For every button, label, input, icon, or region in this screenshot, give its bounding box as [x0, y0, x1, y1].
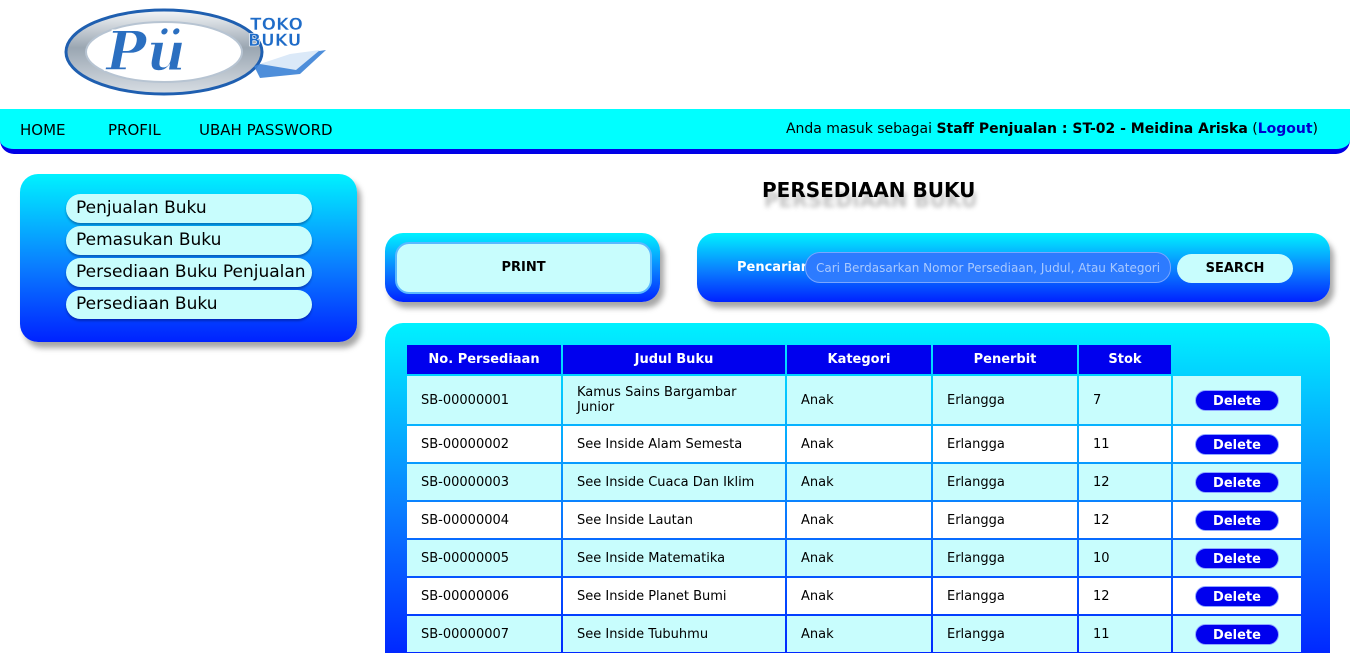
cell-penerbit: Erlangga [933, 376, 1077, 424]
header-penerbit: Penerbit [933, 345, 1077, 374]
cell-action: Delete [1173, 464, 1301, 500]
cell-kategori: Anak [787, 426, 931, 462]
header-stok: Stok [1079, 345, 1171, 374]
cell-no: SB-00000006 [407, 578, 561, 614]
svg-text:Pü: Pü [104, 19, 186, 83]
sidebar-item-persediaan-buku-penjualan[interactable]: Persediaan Buku Penjualan [66, 258, 312, 287]
table-header-row: No. Persediaan Judul Buku Kategori Pener… [407, 345, 1301, 374]
header-action [1173, 345, 1301, 374]
cell-penerbit: Erlangga [933, 578, 1077, 614]
user-status-prefix: Anda masuk sebagai [785, 121, 932, 137]
sidebar-item-penjualan-buku[interactable]: Penjualan Buku [66, 194, 312, 223]
delete-button[interactable]: Delete [1195, 389, 1279, 411]
sidebar-menu: Penjualan Buku Pemasukan Buku Persediaan… [20, 174, 357, 342]
table-row: SB-00000001 Kamus Sains Bargambar Junior… [407, 376, 1301, 424]
cell-no: SB-00000003 [407, 464, 561, 500]
cell-judul: See Inside Matematika [563, 540, 785, 576]
cell-penerbit: Erlangga [933, 464, 1077, 500]
table-row: SB-00000006 See Inside Planet Bumi Anak … [407, 578, 1301, 614]
table-row: SB-00000005 See Inside Matematika Anak E… [407, 540, 1301, 576]
cell-stok: 10 [1079, 540, 1171, 576]
cell-kategori: Anak [787, 502, 931, 538]
cell-stok: 11 [1079, 426, 1171, 462]
cell-judul: See Inside Cuaca Dan Iklim [563, 464, 785, 500]
cell-penerbit: Erlangga [933, 616, 1077, 652]
delete-button[interactable]: Delete [1195, 585, 1279, 607]
svg-text:BUKU: BUKU [248, 31, 301, 51]
nav-profil-link[interactable]: PROFIL [108, 121, 161, 139]
user-status: Anda masuk sebagai Staff Penjualan : ST-… [785, 121, 1318, 137]
cell-stok: 11 [1079, 616, 1171, 652]
cell-kategori: Anak [787, 578, 931, 614]
sidebar-item-persediaan-buku[interactable]: Persediaan Buku [66, 290, 312, 319]
cell-judul: See Inside Lautan [563, 502, 785, 538]
inventory-table: No. Persediaan Judul Buku Kategori Pener… [405, 343, 1303, 653]
delete-button[interactable]: Delete [1195, 509, 1279, 531]
cell-stok: 7 [1079, 376, 1171, 424]
cell-penerbit: Erlangga [933, 426, 1077, 462]
nav-home-link[interactable]: HOME [20, 121, 66, 139]
cell-no: SB-00000004 [407, 502, 561, 538]
cell-penerbit: Erlangga [933, 502, 1077, 538]
cell-no: SB-00000001 [407, 376, 561, 424]
page-title: PERSEDIAAN BUKU [762, 178, 976, 202]
cell-action: Delete [1173, 376, 1301, 424]
cell-action: Delete [1173, 540, 1301, 576]
table-row: SB-00000004 See Inside Lautan Anak Erlan… [407, 502, 1301, 538]
logout-link[interactable]: Logout [1258, 121, 1313, 137]
cell-no: SB-00000007 [407, 616, 561, 652]
table-row: SB-00000002 See Inside Alam Semesta Anak… [407, 426, 1301, 462]
cell-judul: See Inside Alam Semesta [563, 426, 785, 462]
top-navbar: HOME PROFIL UBAH PASSWORD Anda masuk seb… [0, 109, 1350, 154]
cell-kategori: Anak [787, 540, 931, 576]
table-row: SB-00000003 See Inside Cuaca Dan Iklim A… [407, 464, 1301, 500]
cell-no: SB-00000005 [407, 540, 561, 576]
cell-stok: 12 [1079, 502, 1171, 538]
delete-button[interactable]: Delete [1195, 623, 1279, 645]
cell-stok: 12 [1079, 578, 1171, 614]
sidebar-item-pemasukan-buku[interactable]: Pemasukan Buku [66, 226, 312, 255]
search-input[interactable] [805, 252, 1171, 283]
delete-button[interactable]: Delete [1195, 433, 1279, 455]
table-row: SB-00000007 See Inside Tubuhmu Anak Erla… [407, 616, 1301, 652]
search-button[interactable]: SEARCH [1177, 254, 1293, 283]
header-no-persediaan: No. Persediaan [407, 345, 561, 374]
cell-action: Delete [1173, 578, 1301, 614]
inventory-table-panel: No. Persediaan Judul Buku Kategori Pener… [385, 323, 1330, 653]
header-judul-buku: Judul Buku [563, 345, 785, 374]
cell-judul: See Inside Planet Bumi [563, 578, 785, 614]
print-panel: PRINT [385, 233, 660, 302]
search-panel: Pencarian SEARCH [697, 233, 1330, 302]
nav-ubah-password-link[interactable]: UBAH PASSWORD [199, 121, 333, 139]
print-button[interactable]: PRINT [395, 242, 652, 294]
cell-kategori: Anak [787, 616, 931, 652]
user-role: Staff Penjualan : ST-02 - Meidina Ariska [936, 121, 1248, 137]
cell-action: Delete [1173, 502, 1301, 538]
delete-button[interactable]: Delete [1195, 547, 1279, 569]
search-label: Pencarian [737, 260, 810, 275]
cell-stok: 12 [1079, 464, 1171, 500]
logo-graphic: Pü TOKO BUKU [64, 8, 326, 96]
delete-button[interactable]: Delete [1195, 471, 1279, 493]
cell-no: SB-00000002 [407, 426, 561, 462]
cell-kategori: Anak [787, 376, 931, 424]
cell-penerbit: Erlangga [933, 540, 1077, 576]
header-kategori: Kategori [787, 345, 931, 374]
cell-judul: Kamus Sains Bargambar Junior [563, 376, 785, 424]
toko-buku-logo[interactable]: Pü TOKO BUKU [64, 4, 334, 100]
cell-kategori: Anak [787, 464, 931, 500]
cell-action: Delete [1173, 616, 1301, 652]
cell-action: Delete [1173, 426, 1301, 462]
cell-judul: See Inside Tubuhmu [563, 616, 785, 652]
